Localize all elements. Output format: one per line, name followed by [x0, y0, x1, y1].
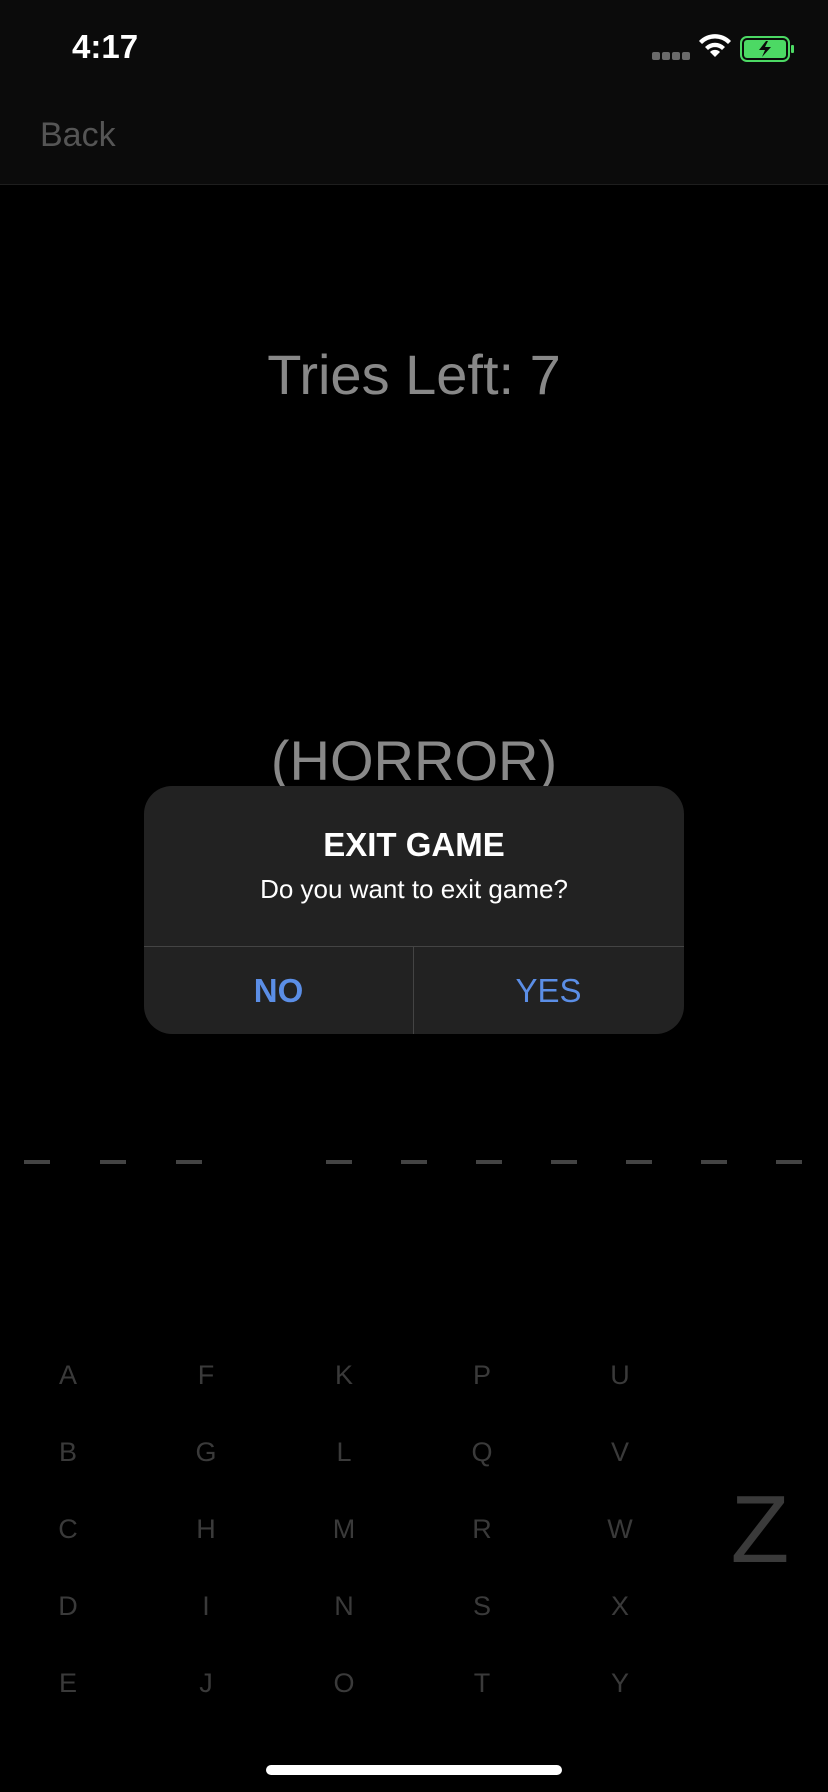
- letter-key[interactable]: I: [176, 1581, 236, 1631]
- letter-blank: [776, 1160, 802, 1164]
- letter-key[interactable]: O: [314, 1658, 374, 1708]
- tries-left-label: Tries Left: 7: [267, 343, 561, 406]
- back-button[interactable]: Back: [40, 116, 116, 155]
- letter-blank: [626, 1160, 652, 1164]
- letter-key[interactable]: W: [590, 1504, 650, 1554]
- letter-key[interactable]: G: [176, 1427, 236, 1477]
- letter-key[interactable]: Y: [590, 1658, 650, 1708]
- navigation-bar: Back: [0, 92, 828, 185]
- letter-key[interactable]: S: [452, 1581, 512, 1631]
- letter-blank: [326, 1160, 352, 1164]
- status-time: 4:17: [72, 28, 139, 65]
- exit-game-alert: EXIT GAME Do you want to exit game? NO Y…: [144, 786, 684, 1034]
- category-label: (HORROR): [270, 729, 558, 792]
- letter-blank: [24, 1160, 50, 1164]
- alert-message: Do you want to exit game?: [260, 874, 568, 904]
- cellular-signal-icon: [652, 52, 692, 62]
- no-button[interactable]: NO: [144, 947, 413, 1034]
- letter-key[interactable]: H: [176, 1504, 236, 1554]
- letter-key[interactable]: A: [38, 1350, 98, 1400]
- letter-key[interactable]: U: [590, 1350, 650, 1400]
- word-blanks: [0, 1160, 828, 1170]
- letter-key[interactable]: J: [176, 1658, 236, 1708]
- letter-key[interactable]: D: [38, 1581, 98, 1631]
- letter-key[interactable]: R: [452, 1504, 512, 1554]
- letter-key[interactable]: B: [38, 1427, 98, 1477]
- battery-charging-icon: [740, 36, 794, 62]
- status-bar: 4:17: [0, 0, 828, 92]
- letter-blank: [701, 1160, 727, 1164]
- letter-blank: [401, 1160, 427, 1164]
- letter-key-z[interactable]: Z: [720, 1480, 800, 1580]
- home-indicator[interactable]: [266, 1765, 562, 1775]
- letter-keyboard: A B C D E F G H I J K L M N O P Q R S T …: [0, 1350, 828, 1750]
- letter-key[interactable]: V: [590, 1427, 650, 1477]
- yes-button[interactable]: YES: [414, 947, 683, 1034]
- letter-key[interactable]: T: [452, 1658, 512, 1708]
- letter-key[interactable]: F: [176, 1350, 236, 1400]
- letter-key[interactable]: C: [38, 1504, 98, 1554]
- letter-key[interactable]: K: [314, 1350, 374, 1400]
- letter-key[interactable]: Q: [452, 1427, 512, 1477]
- alert-title: EXIT GAME: [323, 826, 505, 863]
- letter-key[interactable]: E: [38, 1658, 98, 1708]
- wifi-icon: [699, 34, 731, 57]
- letter-key[interactable]: N: [314, 1581, 374, 1631]
- letter-key[interactable]: X: [590, 1581, 650, 1631]
- letter-key[interactable]: P: [452, 1350, 512, 1400]
- letter-blank: [476, 1160, 502, 1164]
- letter-key[interactable]: L: [314, 1427, 374, 1477]
- letter-blank: [176, 1160, 202, 1164]
- letter-blank: [551, 1160, 577, 1164]
- letter-key[interactable]: M: [314, 1504, 374, 1554]
- letter-blank: [100, 1160, 126, 1164]
